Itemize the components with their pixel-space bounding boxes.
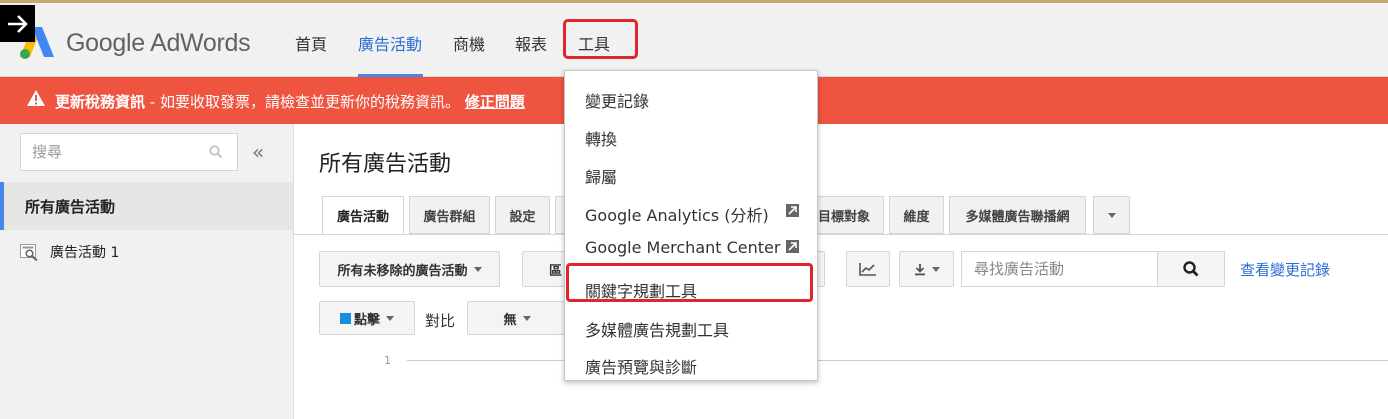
- external-link-icon: [786, 240, 799, 253]
- compare-value: 無: [503, 312, 517, 328]
- campaign-filter-dropdown[interactable]: 所有未移除的廣告活動: [319, 251, 500, 287]
- alert-message: - 如要收取發票，請檢查並更新你的稅務資訊。: [145, 93, 460, 111]
- menu-item-change-history[interactable]: 變更記錄: [585, 88, 649, 112]
- metric-color-swatch: [339, 312, 351, 324]
- tab-audiences[interactable]: 目標對象: [817, 196, 884, 234]
- chevron-down-icon: [1107, 212, 1116, 218]
- metric-dropdown[interactable]: 點擊: [319, 301, 415, 335]
- top-bar: Google AdWords 首頁 廣告活動 商機 報表 工具: [0, 0, 1388, 78]
- search-icon: [1183, 261, 1199, 277]
- sidebar-item-all-campaigns[interactable]: 所有廣告活動: [0, 182, 293, 230]
- chart-gridline: [407, 360, 567, 361]
- sidebar-item-label: 廣告活動 1: [50, 245, 120, 261]
- keyword-planner-highlight-box: [566, 263, 813, 302]
- sidebar-search-input[interactable]: [21, 134, 201, 170]
- find-campaign-field: [961, 251, 1158, 287]
- menu-item-merchant-center[interactable]: Google Merchant Center: [585, 238, 780, 257]
- menu-item-display-planner[interactable]: 多媒體廣告規劃工具: [585, 317, 729, 341]
- compare-dropdown[interactable]: 無: [467, 301, 567, 335]
- find-campaign-search-button[interactable]: [1157, 251, 1225, 287]
- chevron-down-icon: [473, 266, 482, 272]
- download-button[interactable]: [899, 251, 954, 287]
- sidebar-search: [20, 133, 238, 171]
- warning-icon: [27, 90, 45, 106]
- menu-item-ad-preview[interactable]: 廣告預覽與診斷: [585, 354, 697, 378]
- nav-home[interactable]: 首頁: [295, 31, 327, 55]
- campaign-icon: [20, 243, 38, 261]
- chart-gridline: [818, 360, 1388, 361]
- external-link-icon: [786, 204, 799, 217]
- sidebar-item-campaign-1[interactable]: 廣告活動 1: [20, 242, 119, 262]
- chevron-down-icon: [931, 266, 940, 272]
- view-change-history-link[interactable]: 查看變更記錄: [1240, 259, 1330, 280]
- hidden-button-edge: [817, 251, 825, 287]
- tab-campaigns[interactable]: 廣告活動: [322, 196, 404, 235]
- segment-button[interactable]: 區: [522, 251, 566, 287]
- sidebar-item-label: 所有廣告活動: [25, 198, 116, 216]
- chart-toggle-button[interactable]: [846, 251, 890, 287]
- chart-axis-label: 1: [384, 354, 391, 367]
- chevron-down-icon: [522, 315, 531, 321]
- search-icon[interactable]: [209, 145, 223, 159]
- download-icon: [914, 263, 925, 275]
- tools-dropdown-menu: 變更記錄 轉換 歸屬 Google Analytics (分析) Google …: [564, 70, 818, 381]
- menu-item-google-analytics[interactable]: Google Analytics (分析): [585, 202, 769, 226]
- tab-display-network[interactable]: 多媒體廣告聯播網: [949, 196, 1086, 234]
- alert-text: 更新稅務資訊 - 如要收取發票，請檢查並更新你的稅務資訊。 修正問題: [55, 91, 525, 112]
- menu-item-attribution[interactable]: 歸屬: [585, 164, 617, 188]
- alert-title: 更新稅務資訊: [55, 93, 146, 111]
- tab-divider: [294, 234, 1388, 235]
- tab-ad-groups[interactable]: 廣告群組: [409, 196, 490, 234]
- brand-name: Google AdWords: [66, 29, 251, 57]
- fix-issue-link[interactable]: 修正問題: [465, 93, 525, 111]
- tools-highlight-box: [563, 19, 638, 59]
- metric-label: 點擊: [353, 312, 380, 328]
- tab-dimensions[interactable]: 維度: [889, 196, 944, 234]
- collapse-sidebar-icon[interactable]: «: [252, 140, 264, 164]
- nav-reports[interactable]: 報表: [515, 31, 547, 55]
- menu-item-conversions[interactable]: 轉換: [585, 126, 617, 150]
- sidebar: « 所有廣告活動 廣告活動 1: [0, 124, 294, 419]
- tab-settings[interactable]: 設定: [495, 196, 550, 234]
- back-arrow-icon[interactable]: [0, 5, 35, 42]
- line-chart-icon: [859, 263, 876, 276]
- nav-opportunities[interactable]: 商機: [453, 31, 485, 55]
- page-title: 所有廣告活動: [319, 152, 452, 177]
- tabs-more-button[interactable]: [1093, 196, 1130, 234]
- compare-label: 對比: [425, 312, 456, 330]
- filter-label: 所有未移除的廣告活動: [337, 263, 468, 279]
- chevron-down-icon: [386, 315, 394, 321]
- segment-label: 區: [549, 263, 563, 279]
- find-campaign-input[interactable]: [962, 252, 1152, 286]
- nav-campaigns[interactable]: 廣告活動: [358, 31, 422, 55]
